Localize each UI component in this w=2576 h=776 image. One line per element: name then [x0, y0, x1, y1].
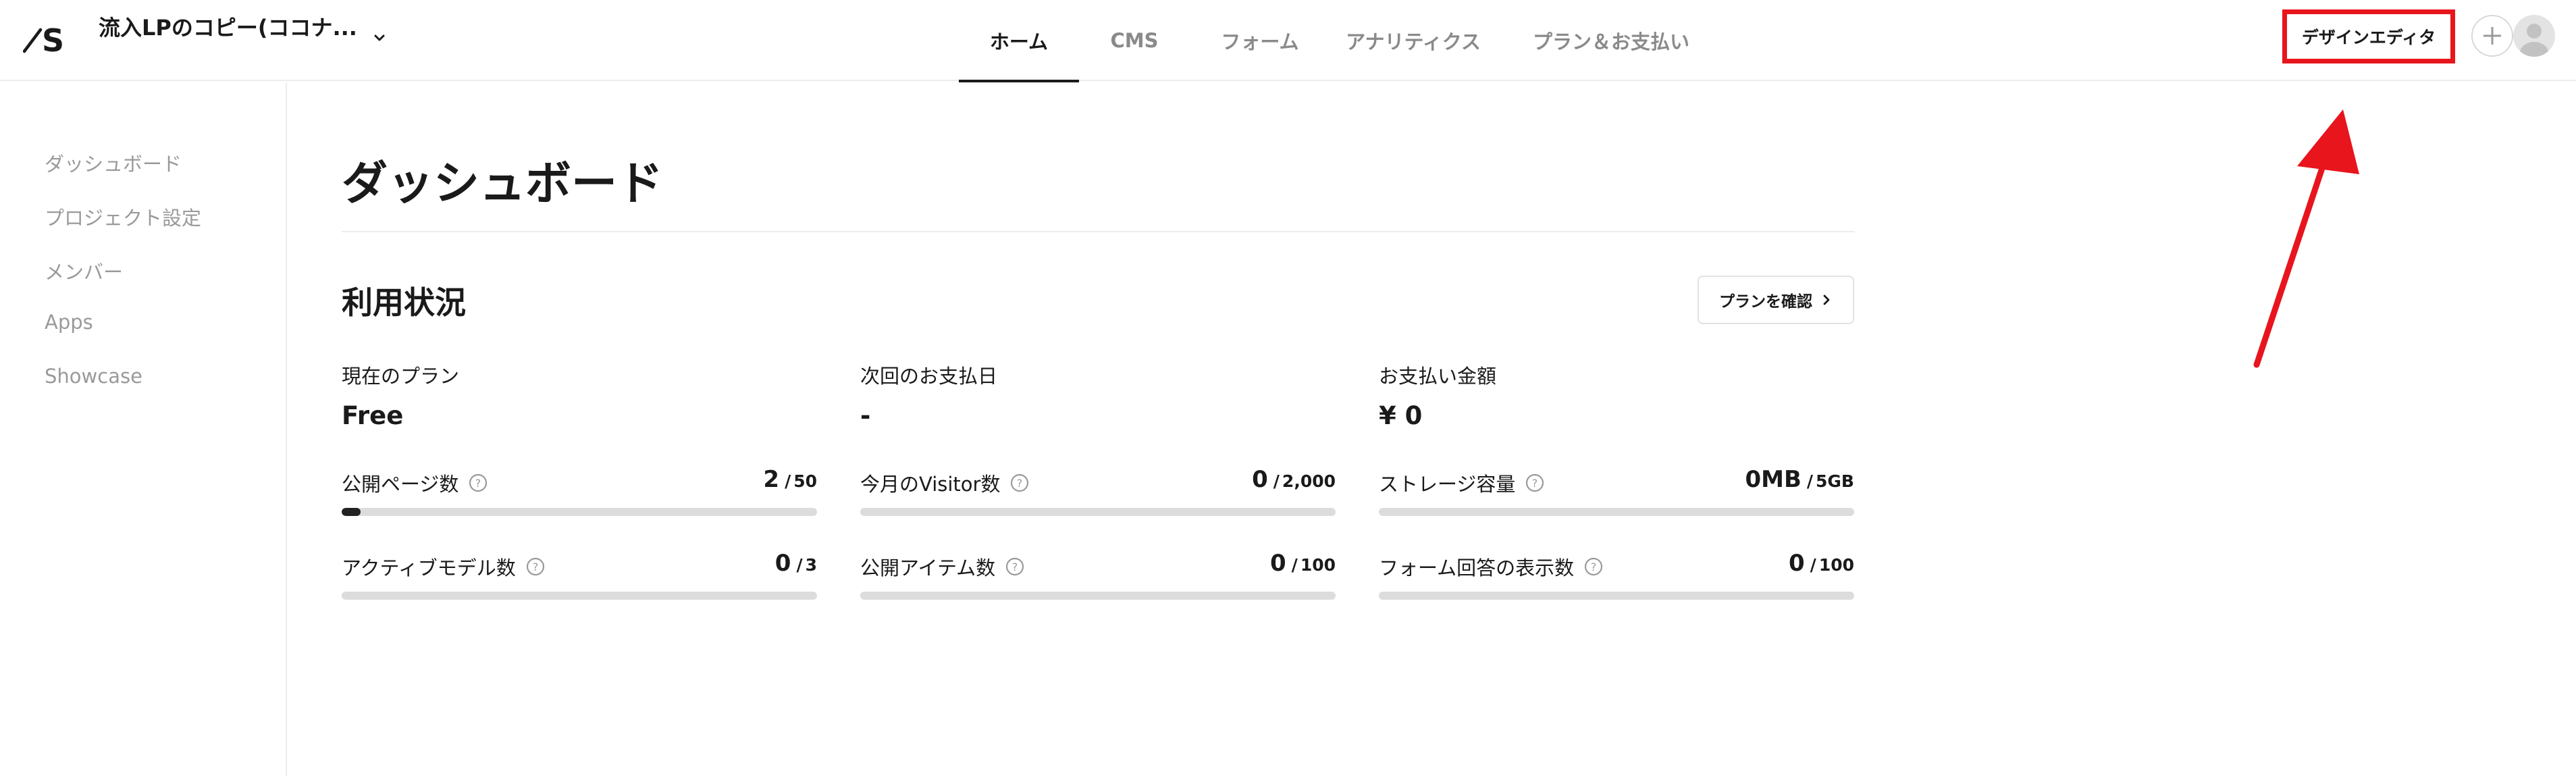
- progress-bar: [1379, 592, 1854, 600]
- metric-max: 100: [1300, 555, 1336, 575]
- user-icon: [2520, 24, 2548, 57]
- metric-separator: /: [1291, 555, 1298, 575]
- metric-separator: /: [1810, 555, 1816, 575]
- help-icon[interactable]: ?: [468, 473, 488, 493]
- metric-current: 0: [1252, 466, 1268, 493]
- sidebar-item-showcase[interactable]: Showcase: [45, 365, 142, 388]
- help-icon[interactable]: ?: [525, 557, 546, 577]
- metric-monthly-visitors: 今月のVisitor数 ? 0/2,000: [860, 466, 1336, 529]
- metric-label-text: 今月のVisitor数: [860, 473, 1001, 496]
- progress-fill: [342, 508, 361, 516]
- metric-current: 0: [774, 550, 791, 577]
- top-header: S 流入LPのコピー(ココナ... ホーム CMS フォーム アナリティクス プ…: [0, 0, 2576, 82]
- design-editor-button[interactable]: デザインエディタ: [2282, 9, 2455, 63]
- page-title: ダッシュボード: [342, 157, 664, 211]
- metric-separator: /: [785, 471, 791, 491]
- divider: [342, 231, 1854, 232]
- plus-icon: [2483, 27, 2501, 45]
- metric-current: 0: [1270, 550, 1286, 577]
- tab-plan-billing[interactable]: プラン＆お支払い: [1496, 0, 1726, 81]
- next-payment-value: -: [860, 401, 871, 430]
- svg-text:?: ?: [1591, 561, 1597, 573]
- help-icon[interactable]: ?: [1005, 557, 1025, 577]
- studio-logo-icon[interactable]: S: [23, 20, 68, 54]
- main-tabs: ホーム CMS フォーム アナリティクス プラン＆お支払い: [959, 0, 1726, 82]
- help-icon[interactable]: ?: [1583, 557, 1604, 577]
- svg-text:?: ?: [1532, 477, 1538, 490]
- metric-max: 5GB: [1816, 471, 1854, 491]
- metric-storage: ストレージ容量 ? 0MB/5GB: [1379, 466, 1854, 529]
- svg-text:S: S: [42, 22, 64, 54]
- progress-bar: [342, 508, 817, 516]
- help-icon[interactable]: ?: [1525, 473, 1545, 493]
- project-selector[interactable]: 流入LPのコピー(ココナ...: [99, 11, 357, 42]
- svg-text:?: ?: [475, 477, 481, 490]
- metric-label: アクティブモデル数 ?: [342, 552, 546, 581]
- metric-label-text: 公開アイテム数: [860, 557, 996, 579]
- progress-bar: [860, 508, 1336, 516]
- annotation-arrow-icon: [2253, 109, 2359, 368]
- metric-value: 0/100: [1789, 550, 1854, 577]
- metric-value: 0/2,000: [1252, 466, 1336, 493]
- metric-value: 0/3: [775, 550, 817, 577]
- tab-home[interactable]: ホーム: [959, 0, 1079, 82]
- tab-form[interactable]: フォーム: [1190, 0, 1330, 81]
- metric-label: 公開ページ数 ?: [342, 469, 488, 497]
- help-icon[interactable]: ?: [1009, 473, 1030, 493]
- metric-label-text: アクティブモデル数: [342, 557, 516, 579]
- metric-current: 0MB: [1745, 466, 1802, 493]
- chevron-right-icon: [1823, 294, 1830, 305]
- current-plan-value: Free: [342, 401, 404, 430]
- metric-label: フォーム回答の表示数 ?: [1379, 552, 1604, 581]
- avatar[interactable]: [2513, 15, 2555, 57]
- metric-separator: /: [1806, 471, 1814, 491]
- metric-max: 3: [805, 555, 817, 575]
- metric-max: 100: [1818, 555, 1854, 575]
- payment-amount-value: ¥ 0: [1379, 401, 1423, 430]
- chevron-down-icon[interactable]: [370, 28, 389, 47]
- view-plan-button[interactable]: プランを確認: [1698, 276, 1854, 324]
- sidebar-item-dashboard[interactable]: ダッシュボード: [45, 149, 182, 177]
- progress-bar: [342, 592, 817, 600]
- current-plan-label: 現在のプラン: [342, 365, 460, 388]
- sidebar-item-apps[interactable]: Apps: [45, 311, 93, 334]
- metric-public-items: 公開アイテム数 ? 0/100: [860, 550, 1336, 613]
- usage-section-title: 利用状況: [342, 284, 466, 321]
- tab-analytics[interactable]: アナリティクス: [1330, 0, 1496, 81]
- metric-max: 2,000: [1282, 471, 1336, 491]
- metric-label-text: ストレージ容量: [1379, 473, 1516, 496]
- metric-label: 公開アイテム数 ?: [860, 552, 1025, 581]
- metric-value: 0MB/5GB: [1745, 466, 1854, 493]
- metric-value: 0/100: [1270, 550, 1336, 577]
- metric-form-responses: フォーム回答の表示数 ? 0/100: [1379, 550, 1854, 613]
- svg-text:?: ?: [1017, 477, 1023, 490]
- sidebar-item-project-settings[interactable]: プロジェクト設定: [45, 203, 201, 231]
- metric-public-pages: 公開ページ数 ? 2/50: [342, 466, 817, 529]
- metric-current: 2: [763, 466, 780, 493]
- view-plan-label: プランを確認: [1719, 293, 1812, 311]
- tab-cms[interactable]: CMS: [1079, 0, 1190, 81]
- project-name: 流入LPのコピー(ココナ...: [99, 15, 357, 41]
- svg-text:?: ?: [1012, 561, 1018, 573]
- metric-separator: /: [1273, 471, 1280, 491]
- add-member-button[interactable]: [2471, 15, 2513, 57]
- metric-value: 2/50: [763, 466, 817, 493]
- sidebar-item-members[interactable]: メンバー: [45, 257, 123, 285]
- metric-label: ストレージ容量 ?: [1379, 469, 1545, 497]
- metric-active-models: アクティブモデル数 ? 0/3: [342, 550, 817, 613]
- progress-bar: [860, 592, 1336, 600]
- next-payment-label: 次回のお支払日: [860, 365, 998, 388]
- metric-current: 0: [1789, 550, 1805, 577]
- metric-label-text: 公開ページ数: [342, 473, 459, 496]
- sidebar: ダッシュボード プロジェクト設定 メンバー Apps Showcase: [0, 82, 287, 776]
- metric-label-text: フォーム回答の表示数: [1379, 557, 1575, 579]
- payment-amount-label: お支払い金額: [1379, 365, 1497, 388]
- metric-label: 今月のVisitor数 ?: [860, 469, 1030, 497]
- metric-separator: /: [796, 555, 803, 575]
- metric-max: 50: [793, 471, 817, 491]
- progress-bar: [1379, 508, 1854, 516]
- svg-text:?: ?: [533, 561, 539, 573]
